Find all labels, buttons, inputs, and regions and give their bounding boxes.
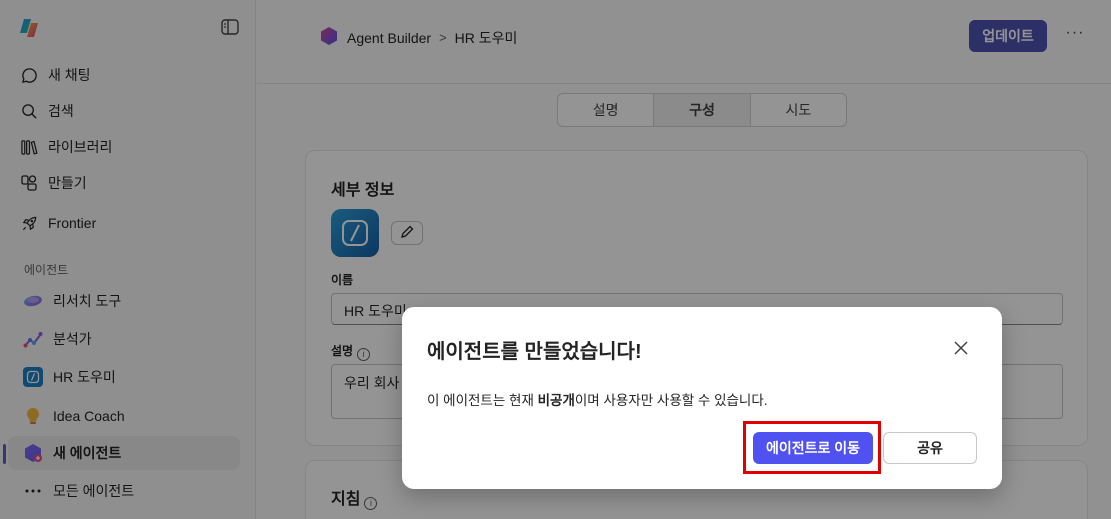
dialog-body: 이 에이전트는 현재 비공개이며 사용자만 사용할 수 있습니다. [427,389,768,409]
dialog-title: 에이전트를 만들었습니다! [427,341,642,363]
share-button[interactable]: 공유 [883,432,977,464]
dialog-body-text: 이 에이전트는 현재 [427,393,538,408]
agent-created-dialog: 에이전트를 만들었습니다! 이 에이전트는 현재 비공개이며 사용자만 사용할 … [402,307,1002,489]
dialog-body-text: 이며 사용자만 사용할 수 있습니다. [574,393,768,408]
private-label: 비공개 [537,393,575,408]
close-icon[interactable] [950,337,972,359]
go-to-agent-button[interactable]: 에이전트로 이동 [753,432,873,464]
